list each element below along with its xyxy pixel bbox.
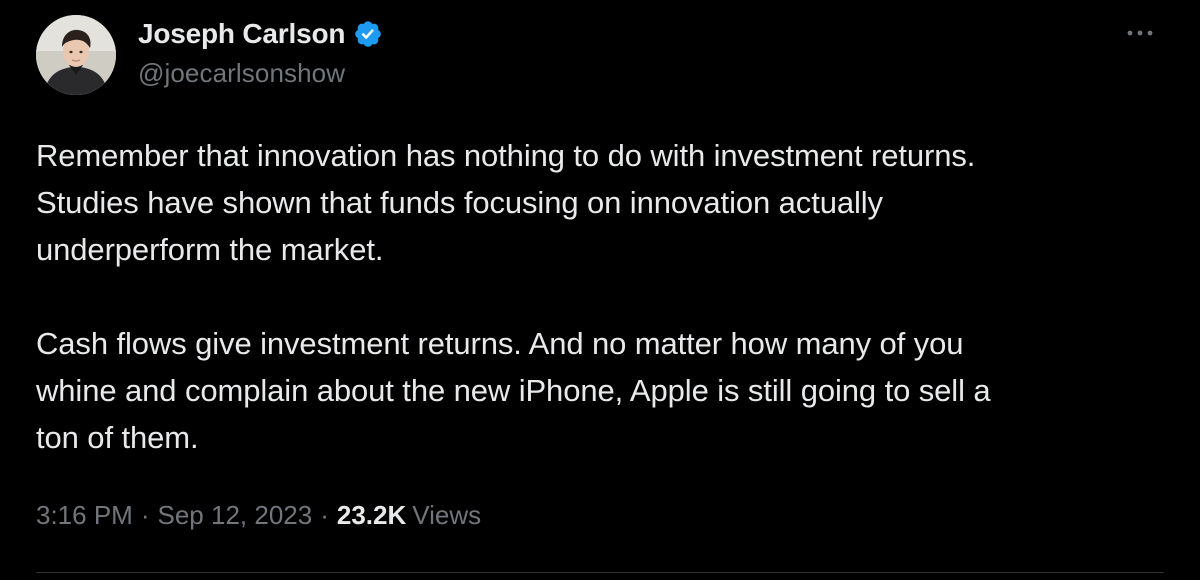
- tweet-time[interactable]: 3:16 PM: [36, 500, 133, 531]
- views-count[interactable]: 23.2K: [337, 500, 406, 531]
- more-horizontal-icon: [1126, 24, 1154, 42]
- user-handle[interactable]: @joecarlsonshow: [138, 58, 383, 89]
- tweet-paragraph: Remember that innovation has nothing to …: [36, 138, 976, 267]
- meta-separator: ·: [320, 500, 329, 530]
- verified-badge-icon: [353, 19, 383, 49]
- tweet-paragraph: Cash flows give investment returns. And …: [36, 326, 991, 455]
- tweet-header: Joseph Carlson @joecarlsonshow: [138, 14, 383, 89]
- tweet-date[interactable]: Sep 12, 2023: [158, 500, 313, 531]
- tweet-text: Remember that innovation has nothing to …: [36, 132, 1156, 461]
- display-name[interactable]: Joseph Carlson: [138, 18, 345, 50]
- avatar-image: [36, 15, 116, 95]
- tweet-card: Joseph Carlson @joecarlsonshow Remember …: [0, 0, 1200, 580]
- views-label[interactable]: Views: [412, 500, 481, 531]
- meta-separator: ·: [140, 500, 150, 530]
- more-options-button[interactable]: [1120, 18, 1160, 48]
- avatar[interactable]: [36, 15, 116, 95]
- name-row: Joseph Carlson: [138, 14, 383, 54]
- divider: [36, 572, 1164, 573]
- tweet-meta: 3:16 PM · Sep 12, 2023 · 23.2K Views: [36, 500, 481, 531]
